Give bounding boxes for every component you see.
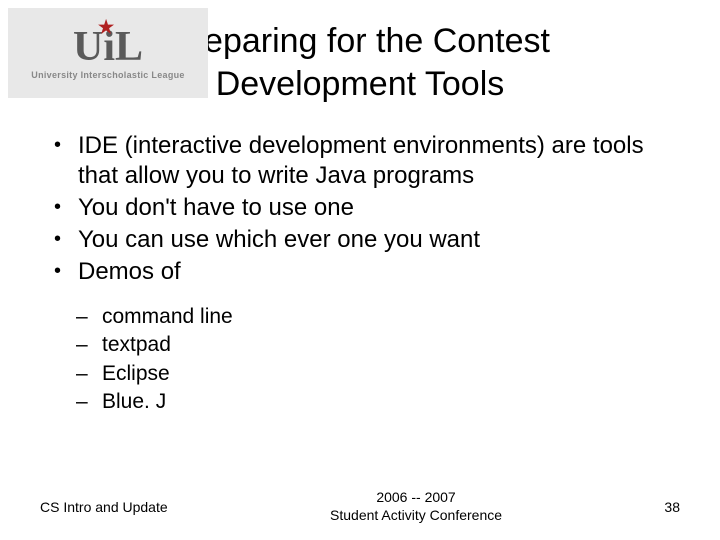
footer-center-line1: 2006 -- 2007 (330, 489, 502, 507)
footer-center-line2: Student Activity Conference (330, 507, 502, 525)
logo-subtitle: University Interscholastic League (31, 70, 184, 80)
footer-center: 2006 -- 2007 Student Activity Conference (330, 489, 502, 524)
bullet-list: IDE (interactive development environment… (48, 131, 672, 287)
slide-content: IDE (interactive development environment… (0, 105, 720, 416)
sub-bullet-list: command line textpad Eclipse Blue. J (76, 303, 672, 416)
slide-number: 38 (664, 499, 680, 515)
logo-text: ★ UiL (73, 26, 143, 68)
bullet-item: You can use which ever one you want (48, 225, 672, 255)
bullet-item: IDE (interactive development environment… (48, 131, 672, 191)
sub-bullet-item: Eclipse (76, 360, 672, 388)
footer-left: CS Intro and Update (40, 499, 168, 515)
sub-bullet-item: textpad (76, 331, 672, 359)
bullet-item: You don't have to use one (48, 193, 672, 223)
sub-bullet-item: Blue. J (76, 388, 672, 416)
bullet-item: Demos of (48, 257, 672, 287)
sub-bullet-item: command line (76, 303, 672, 331)
slide-footer: CS Intro and Update 2006 -- 2007 Student… (0, 489, 720, 524)
star-icon: ★ (98, 18, 114, 36)
uil-logo: ★ UiL University Interscholastic League (8, 8, 208, 98)
